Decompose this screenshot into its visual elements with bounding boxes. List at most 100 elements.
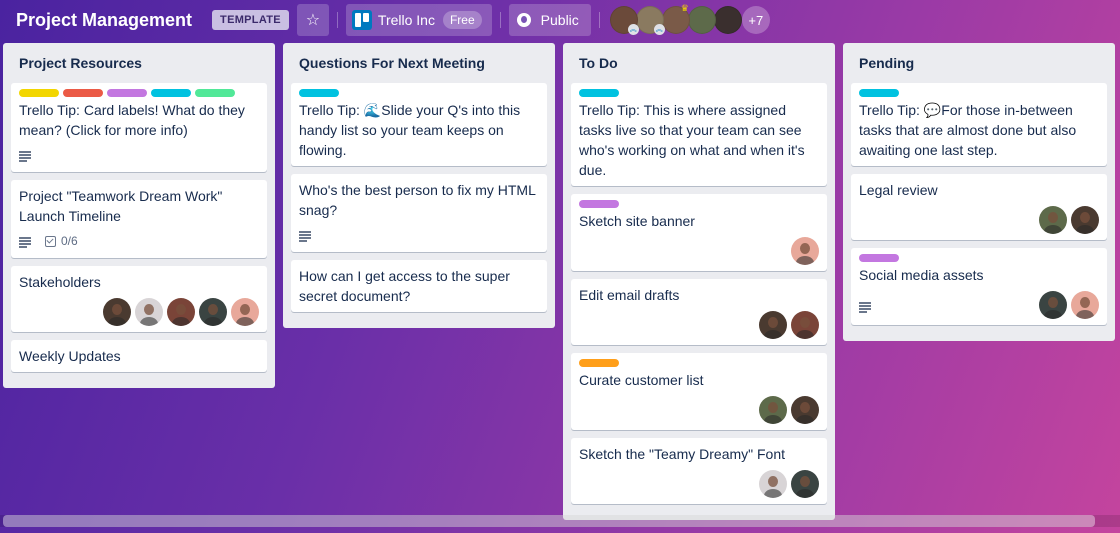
header-divider [336,12,338,28]
card-members [759,309,819,343]
card-title: Sketch site banner [579,213,695,229]
card-label[interactable] [195,89,235,97]
member-avatar[interactable] [791,396,819,424]
card[interactable]: Edit email drafts [571,279,827,345]
star-button[interactable]: ☆ [296,4,329,36]
card-footer [579,309,819,343]
card-label[interactable] [579,200,619,208]
card-labels [579,359,819,367]
card-labels [299,89,539,97]
board-members: ︽ ︽ ♛ +7 [609,3,770,35]
description-icon [19,236,31,248]
description-icon [19,150,31,162]
card-members [759,468,819,502]
scrollbar-thumb[interactable] [3,515,1095,527]
board-title[interactable]: Project Management [16,10,192,31]
horizontal-scrollbar[interactable] [0,515,1120,527]
card[interactable]: Trello Tip: 💬For those in-between tasks … [851,83,1107,166]
card-label[interactable] [63,89,103,97]
card-label[interactable] [107,89,147,97]
visibility-button[interactable]: Public [508,4,591,36]
card-title: Weekly Updates [19,348,121,364]
card-title: Trello Tip: This is where assigned tasks… [579,102,805,178]
card-label[interactable] [19,89,59,97]
card-label[interactable] [299,89,339,97]
member-avatar[interactable] [791,311,819,339]
card-label[interactable] [579,89,619,97]
card[interactable]: Stakeholders [11,266,267,332]
card-badges [299,224,325,246]
card-title: Stakeholders [19,274,101,290]
card[interactable]: How can I get access to the super secret… [291,260,547,312]
card-footer [579,394,819,428]
card[interactable]: Project "Teamwork Dream Work" Launch Tim… [11,180,267,258]
member-avatar[interactable]: ♛ [661,3,690,34]
member-avatar[interactable] [687,6,716,34]
member-avatar[interactable] [1039,206,1067,234]
card-members [103,296,259,330]
card-labels [859,254,1099,262]
star-icon: ☆ [305,12,321,29]
card-footer: 0/6 [19,230,259,256]
more-members-button[interactable]: +7 [741,6,770,34]
card[interactable]: Weekly Updates [11,340,267,372]
card[interactable]: Legal review [851,174,1107,240]
card-title: How can I get access to the super secret… [299,268,510,304]
card[interactable]: Trello Tip: Card labels! What do they me… [11,83,267,172]
description-icon [859,301,871,313]
card-label[interactable] [859,254,899,262]
member-avatar[interactable]: ︽ [609,6,639,35]
member-avatar[interactable] [1071,206,1099,234]
card-label[interactable] [859,89,899,97]
card-title: Trello Tip: 💬For those in-between tasks … [859,100,1099,164]
card[interactable]: Trello Tip: This is where assigned tasks… [571,83,827,186]
card-label[interactable] [151,89,191,97]
card[interactable]: Who's the best person to fix my HTML sna… [291,174,547,252]
card-badges [19,144,45,166]
card-members [1039,204,1099,238]
member-avatar[interactable] [1039,291,1067,319]
member-avatar[interactable] [231,298,259,326]
card[interactable]: Sketch the "Teamy Dreamy" Font [571,438,827,504]
workspace-button[interactable]: Trello Inc Free [345,4,492,36]
member-avatar[interactable] [199,298,227,326]
member-avatar[interactable] [167,298,195,326]
card[interactable]: Social media assets [851,248,1107,325]
template-badge: TEMPLATE [212,10,289,30]
card-title: Who's the best person to fix my HTML sna… [299,182,536,218]
member-avatar[interactable] [759,311,787,339]
list-title[interactable]: Project Resources [11,43,267,83]
card[interactable]: Curate customer list [571,353,827,430]
visibility-label: Public [540,12,579,28]
member-avatar[interactable] [135,298,163,326]
member-avatar[interactable] [791,237,819,265]
description-icon [299,230,311,242]
member-avatar[interactable] [791,470,819,498]
card-footer [19,296,259,330]
card-footer [859,204,1099,238]
member-avatar[interactable] [759,396,787,424]
list-title[interactable]: To Do [571,43,827,83]
list-title[interactable]: Questions For Next Meeting [291,43,547,83]
card-title: Legal review [859,182,938,198]
card-title: Trello Tip: Card labels! What do they me… [19,102,245,138]
member-avatar[interactable] [1071,291,1099,319]
member-avatar[interactable] [759,470,787,498]
workspace-name: Trello Inc [377,12,435,28]
card-labels [579,200,819,208]
card-title: Edit email drafts [579,287,680,303]
card[interactable]: Trello Tip: 🌊Slide your Q's into this ha… [291,83,547,166]
header-divider [598,12,600,28]
header-divider [499,12,501,28]
card[interactable]: Sketch site banner [571,194,827,271]
card-footer [579,468,819,502]
member-avatar[interactable] [713,6,742,34]
plan-badge: Free [442,11,482,29]
member-avatar[interactable]: ︽ [635,6,665,35]
card-label[interactable] [579,359,619,367]
card-labels [19,89,259,97]
checklist-icon [45,235,56,247]
member-avatar[interactable] [103,298,131,326]
list-title[interactable]: Pending [851,43,1107,83]
card-footer [859,289,1099,323]
